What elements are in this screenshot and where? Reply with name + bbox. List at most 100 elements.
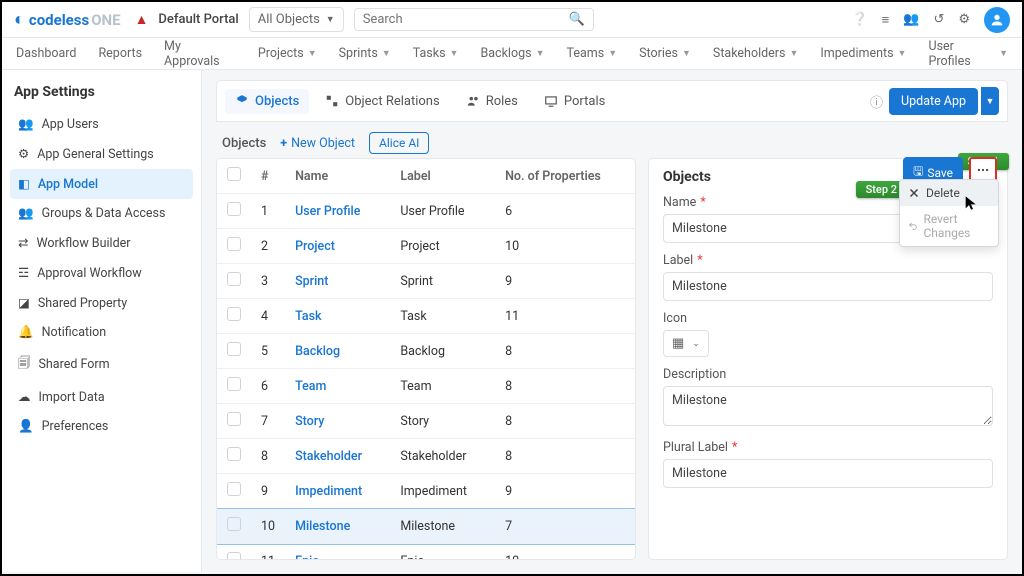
cell-name[interactable]: Impediment — [285, 474, 390, 509]
nav-reports[interactable]: Reports — [98, 46, 142, 61]
input-description[interactable] — [663, 386, 993, 426]
sidebar-icon: 👤 — [18, 419, 34, 434]
sidebar-item-shared-property[interactable]: ◪Shared Property — [10, 288, 193, 318]
search-input[interactable] — [363, 12, 569, 27]
table-row[interactable]: 11EpicEpic10 — [217, 544, 635, 561]
row-checkbox[interactable] — [227, 342, 241, 356]
row-checkbox[interactable] — [227, 202, 241, 216]
nav-impediments[interactable]: Impediments▼ — [820, 46, 906, 61]
avatar[interactable] — [984, 7, 1010, 33]
cell-name[interactable]: Task — [285, 299, 390, 334]
gear-icon[interactable]: ⚙ — [958, 12, 970, 27]
cell-label: Story — [390, 404, 495, 439]
top-right-tools: ❔ ≡ 👥 ↺ ⚙ — [851, 7, 1010, 33]
cell-name[interactable]: Sprint — [285, 264, 390, 299]
row-checkbox[interactable] — [227, 517, 241, 531]
info-icon[interactable]: ⓘ — [870, 92, 883, 111]
nav-tasks[interactable]: Tasks▼ — [413, 46, 459, 61]
table-row[interactable]: 3SprintSprint9 — [217, 264, 635, 299]
sidebar-item-groups-data-access[interactable]: 👥Groups & Data Access — [10, 199, 193, 228]
nav-teams[interactable]: Teams▼ — [566, 46, 617, 61]
cell-props: 10 — [495, 229, 635, 264]
sidebar-item-shared-form[interactable]: 🗐Shared Form — [10, 347, 193, 382]
tab-portals[interactable]: Portals — [534, 89, 615, 114]
menu-revert: Revert Changes — [900, 206, 998, 246]
label-label: Label* — [663, 253, 993, 268]
table-row[interactable]: 6TeamTeam8 — [217, 369, 635, 404]
object-scope-dropdown[interactable]: All Objects▼ — [249, 7, 344, 32]
alice-ai-button[interactable]: Alice AI — [369, 132, 429, 154]
cell-name[interactable]: User Profile — [285, 194, 390, 229]
table-row[interactable]: 2ProjectProject10 — [217, 229, 635, 264]
nav-dashboard[interactable]: Dashboard — [16, 46, 76, 61]
cell-name[interactable]: Project — [285, 229, 390, 264]
nav-projects[interactable]: Projects▼ — [258, 46, 317, 61]
nav-stakeholders[interactable]: Stakeholders▼ — [713, 46, 799, 61]
cell-label: Sprint — [390, 264, 495, 299]
table-row[interactable]: 5BacklogBacklog8 — [217, 334, 635, 369]
row-checkbox[interactable] — [227, 447, 241, 461]
menu-delete[interactable]: Delete — [900, 180, 998, 206]
chevron-down-icon: ▼ — [608, 48, 617, 59]
sidebar-item-import-data[interactable]: ☁Import Data — [10, 382, 193, 412]
help-icon[interactable]: ❔ — [851, 12, 867, 27]
row-checkbox[interactable] — [227, 412, 241, 426]
sidebar-item-notification[interactable]: 🔔Notification — [10, 318, 193, 347]
cell-name[interactable]: Team — [285, 369, 390, 404]
sidebar-item-workflow-builder[interactable]: ⇄Workflow Builder — [10, 228, 193, 258]
nav-sprints[interactable]: Sprints▼ — [339, 46, 391, 61]
table-row[interactable]: 8StakeholderStakeholder8 — [217, 439, 635, 474]
sidebar-item-preferences[interactable]: 👤Preferences — [10, 412, 193, 441]
tab-object-relations[interactable]: Object Relations — [315, 89, 449, 114]
row-checkbox[interactable] — [227, 307, 241, 321]
new-object-button[interactable]: +New Object — [280, 136, 355, 151]
cell-label: Epic — [390, 544, 495, 561]
row-checkbox[interactable] — [227, 377, 241, 391]
users-icon[interactable]: 👥 — [903, 12, 919, 27]
nav-backlogs[interactable]: Backlogs▼ — [480, 46, 544, 61]
table-row[interactable]: 10MilestoneMilestone7 — [217, 509, 635, 544]
table-row[interactable]: 1User ProfileUser Profile6 — [217, 194, 635, 229]
cell-name[interactable]: Backlog — [285, 334, 390, 369]
portal-name[interactable]: Default Portal — [158, 12, 238, 27]
col-props[interactable]: No. of Properties — [495, 159, 635, 194]
history-icon[interactable]: ↺ — [933, 12, 944, 27]
sidebar-item-approval-workflow[interactable]: ☲Approval Workflow — [10, 258, 193, 288]
nav-my-approvals[interactable]: My Approvals — [164, 39, 236, 69]
cell-props: 6 — [495, 194, 635, 229]
table-row[interactable]: 7StoryStory8 — [217, 404, 635, 439]
row-checkbox[interactable] — [227, 482, 241, 496]
nav-stories[interactable]: Stories▼ — [639, 46, 691, 61]
global-search[interactable]: 🔍 — [354, 8, 594, 31]
table-row[interactable]: 9ImpedimentImpediment9 — [217, 474, 635, 509]
select-all-checkbox[interactable] — [227, 167, 241, 181]
input-plural[interactable] — [663, 459, 993, 488]
nav-user-profiles[interactable]: User Profiles▼ — [928, 39, 1008, 69]
cell-props: 10 — [495, 544, 635, 561]
sidebar-item-label: App General Settings — [37, 147, 154, 162]
row-checkbox[interactable] — [227, 237, 241, 251]
chevron-down-icon: ▼ — [789, 48, 798, 59]
sidebar-item-app-model[interactable]: ◧ App Model — [10, 169, 193, 199]
row-checkbox[interactable] — [227, 272, 241, 286]
cell-name[interactable]: Stakeholder — [285, 439, 390, 474]
row-checkbox[interactable] — [227, 552, 241, 560]
database-icon[interactable]: ≡ — [882, 12, 890, 28]
sidebar-item-app-general-settings[interactable]: ⚙App General Settings — [10, 139, 193, 169]
cell-name[interactable]: Milestone — [285, 509, 390, 544]
sidebar-item-app-users[interactable]: 👥App Users — [10, 110, 193, 139]
sidebar-item-label: App Model — [38, 177, 98, 192]
sidebar-icon: ◧ — [18, 176, 30, 192]
cell-name[interactable]: Story — [285, 404, 390, 439]
update-app-button[interactable]: Update App — [889, 88, 978, 115]
input-label[interactable] — [663, 272, 993, 301]
tab-objects[interactable]: Objects — [225, 89, 309, 114]
table-row[interactable]: 4TaskTask11 — [217, 299, 635, 334]
cell-name[interactable]: Epic — [285, 544, 390, 561]
icon-picker[interactable]: ▦ ⌄ — [663, 330, 709, 357]
update-app-dropdown[interactable]: ▼ — [981, 87, 999, 115]
tab-roles[interactable]: Roles — [456, 89, 528, 114]
col-label[interactable]: Label — [390, 159, 495, 194]
object-detail-panel: Step 1 Step 2 🖫 Save Delete Revert — [648, 158, 1008, 560]
col-name[interactable]: Name — [285, 159, 390, 194]
